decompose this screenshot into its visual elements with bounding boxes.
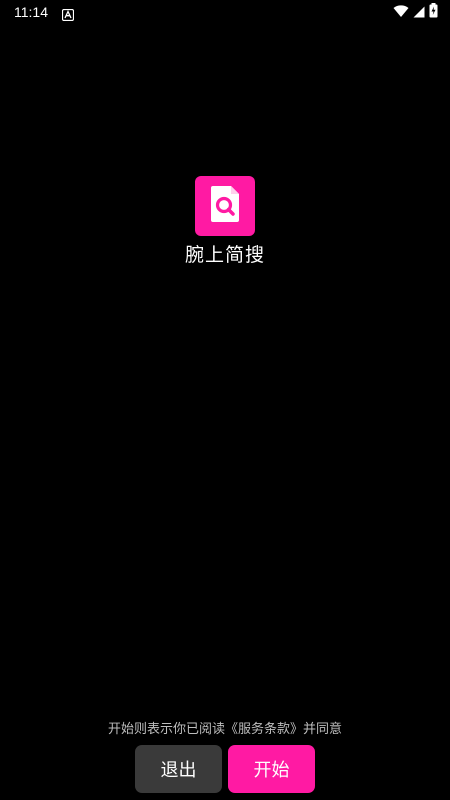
wifi-icon [393, 3, 409, 22]
status-bar: 11:14 [0, 0, 450, 24]
app-logo [195, 176, 255, 236]
status-icons [393, 2, 438, 22]
status-time: 11:14 [14, 4, 48, 20]
start-button[interactable]: 开始 [228, 745, 315, 793]
app-header: 腕上简搜 [0, 176, 450, 268]
android-notification-icon [61, 6, 75, 22]
exit-button[interactable]: 退出 [135, 745, 222, 793]
app-name: 腕上简搜 [184, 244, 265, 266]
terms-agreement-text: 开始则表示你已阅读《服务条款》并同意 [107, 722, 342, 737]
cell-signal-icon [413, 3, 425, 22]
battery-charging-icon [429, 2, 438, 22]
document-search-icon [207, 184, 243, 228]
